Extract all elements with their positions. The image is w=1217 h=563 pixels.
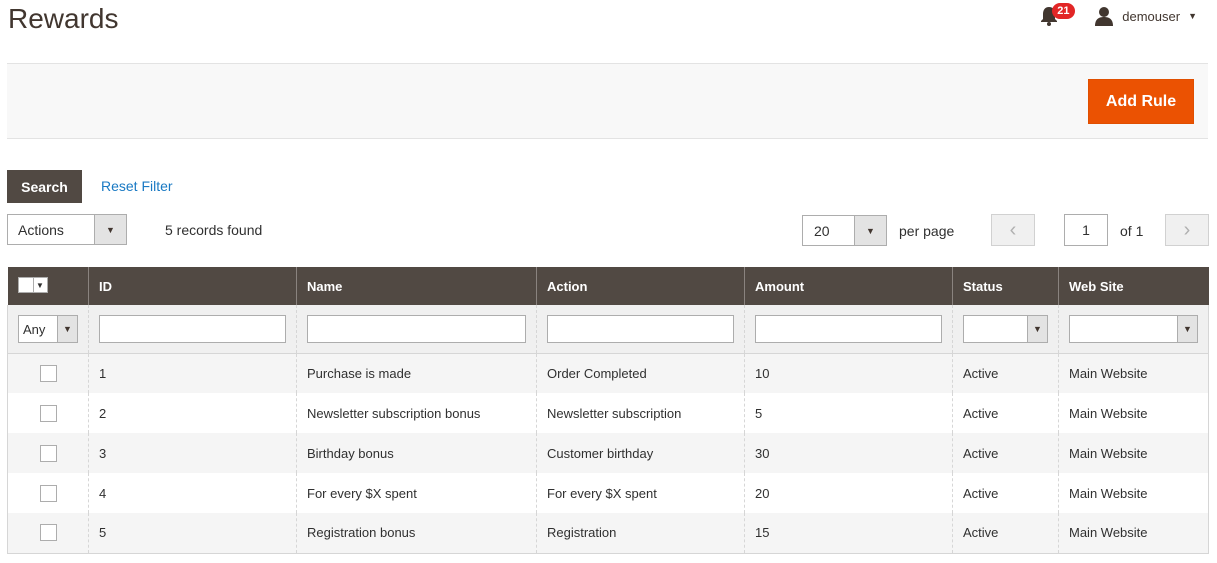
cell-action: Newsletter subscription [536,393,745,433]
user-menu[interactable]: demouser ▼ [1094,6,1197,26]
filter-action-input[interactable] [547,314,734,343]
row-checkbox[interactable] [39,364,57,382]
column-header-id[interactable]: ID [88,267,297,305]
cell-website: Main Website [1058,393,1209,433]
table-row[interactable]: 5 Registration bonus Registration 15 Act… [7,513,1209,554]
search-button[interactable]: Search [7,170,82,203]
cell-amount: 5 [744,393,953,433]
checkbox-icon [19,278,33,292]
chevron-down-icon: ▼ [1188,11,1197,21]
records-found-count: 5 records found [165,222,263,238]
cell-amount: 10 [744,353,953,393]
chevron-right-icon: › [1183,218,1191,241]
cell-status: Active [952,473,1059,513]
cell-name: For every $X spent [296,473,537,513]
filter-select-any[interactable]: Any ▼ [18,314,78,343]
current-page-input[interactable]: 1 [1064,214,1108,246]
per-page-select[interactable]: 20 ▼ [802,215,887,246]
chevron-left-icon: ‹ [1009,218,1017,241]
filter-status-select[interactable]: ▼ [963,314,1048,343]
column-header-amount[interactable]: Amount [744,267,953,305]
reset-filter-link[interactable]: Reset Filter [101,178,173,194]
chevron-down-icon: ▼ [854,216,886,245]
row-checkbox[interactable] [39,444,57,462]
next-page-button[interactable]: › [1165,214,1209,246]
user-icon [1095,7,1114,26]
cell-id: 2 [88,393,297,433]
rewards-grid: ▼ ID Name Action Amount Status Web Site … [7,267,1209,554]
cell-name: Birthday bonus [296,433,537,473]
total-pages-label: of 1 [1120,223,1144,239]
column-header-status[interactable]: Status [952,267,1059,305]
column-header-name[interactable]: Name [296,267,537,305]
cell-action: Registration [536,513,745,554]
chevron-down-icon: ▼ [1027,315,1047,342]
mass-actions-select[interactable]: Actions ▼ [7,214,127,245]
grid-header-row: ▼ ID Name Action Amount Status Web Site [7,267,1209,305]
cell-action: For every $X spent [536,473,745,513]
cell-action: Order Completed [536,353,745,393]
chevron-down-icon: ▼ [1177,315,1197,342]
cell-website: Main Website [1058,513,1209,554]
page-title: Rewards [8,3,119,34]
mass-select-checkbox[interactable]: ▼ [17,277,48,293]
grid-filter-row: Any ▼ ▼ ▼ [7,305,1209,354]
chevron-down-icon: ▼ [94,215,126,244]
table-row[interactable]: 4 For every $X spent For every $X spent … [7,473,1209,513]
column-header-action[interactable]: Action [536,267,745,305]
column-header-website[interactable]: Web Site [1058,267,1209,305]
table-row[interactable]: 3 Birthday bonus Customer birthday 30 Ac… [7,433,1209,473]
cell-website: Main Website [1058,353,1209,393]
row-checkbox[interactable] [39,484,57,502]
cell-status: Active [952,513,1059,554]
previous-page-button[interactable]: ‹ [991,214,1035,246]
filter-id-input[interactable] [99,314,286,343]
cell-status: Active [952,393,1059,433]
mass-actions-label: Actions [18,222,64,238]
chevron-down-icon: ▼ [32,278,47,292]
notification-count-badge: 21 [1052,3,1075,19]
cell-id: 1 [88,353,297,393]
cell-status: Active [952,353,1059,393]
filter-name-input[interactable] [307,314,526,343]
chevron-down-icon: ▼ [57,315,77,342]
filter-any-label: Any [23,321,46,337]
cell-amount: 20 [744,473,953,513]
page-actions-bar: Add Rule [7,63,1208,139]
cell-id: 5 [88,513,297,554]
per-page-label: per page [899,223,955,239]
add-rule-button[interactable]: Add Rule [1088,79,1194,124]
per-page-value: 20 [814,223,830,239]
mass-select-header[interactable]: ▼ [7,267,89,305]
cell-id: 4 [88,473,297,513]
cell-amount: 30 [744,433,953,473]
cell-amount: 15 [744,513,953,554]
cell-status: Active [952,433,1059,473]
cell-id: 3 [88,433,297,473]
row-checkbox[interactable] [39,404,57,422]
cell-website: Main Website [1058,433,1209,473]
cell-action: Customer birthday [536,433,745,473]
filter-website-select[interactable]: ▼ [1069,314,1198,343]
table-row[interactable]: 1 Purchase is made Order Completed 10 Ac… [7,353,1209,393]
filter-amount-input[interactable] [755,314,942,343]
cell-name: Purchase is made [296,353,537,393]
username-label: demouser [1122,8,1181,24]
cell-website: Main Website [1058,473,1209,513]
header-actions: 21 demouser ▼ [1040,3,1197,28]
notifications-button[interactable]: 21 [1040,3,1075,28]
row-checkbox[interactable] [39,524,57,542]
table-row[interactable]: 2 Newsletter subscription bonus Newslett… [7,393,1209,433]
cell-name: Registration bonus [296,513,537,554]
cell-name: Newsletter subscription bonus [296,393,537,433]
